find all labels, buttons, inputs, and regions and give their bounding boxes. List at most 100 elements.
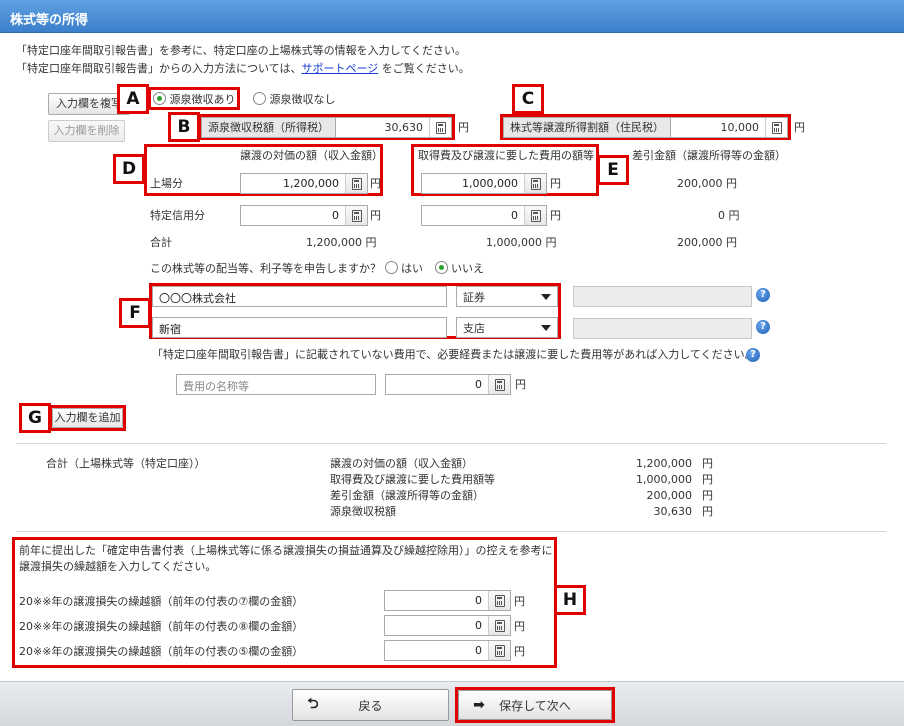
calculator-icon[interactable] (488, 616, 510, 635)
calculator-icon[interactable] (488, 641, 510, 660)
carryover-value-1[interactable]: 0 (385, 594, 488, 607)
help-icon[interactable]: ? (756, 288, 770, 302)
branch-type-select[interactable]: 支店 (456, 317, 558, 338)
margin-cost-unit: 円 (550, 209, 561, 222)
back-button[interactable]: ⮌ 戻る (292, 689, 449, 721)
resident-tax-value[interactable]: 10,000 (671, 121, 765, 134)
listed-cost-field[interactable]: 1,000,000 (421, 173, 547, 194)
margin-diff-value: 0 円 (718, 209, 740, 222)
branch-name-input[interactable]: 新宿 (152, 317, 447, 338)
carryover-field-1[interactable]: 0 (384, 590, 511, 611)
withholding-with-label: 源泉徴収あり (169, 93, 236, 106)
dividend-yes-label[interactable]: はい (401, 262, 423, 275)
summary-unit: 円 (702, 473, 713, 486)
radio-selected-icon[interactable] (153, 92, 166, 105)
carryover-value-2[interactable]: 0 (385, 619, 488, 632)
calculator-icon[interactable] (765, 118, 787, 137)
withholding-without-option[interactable]: 源泉徴収なし (253, 92, 336, 107)
save-next-button-label: 保存して次へ (499, 698, 571, 713)
calculator-icon[interactable] (488, 375, 510, 394)
delete-field-button[interactable]: 入力欄を削除 (48, 120, 125, 142)
expense-name-input[interactable]: 費用の名称等 (176, 374, 376, 395)
marker-d: D (113, 154, 145, 184)
intro-line2: 「特定口座年間取引報告書」からの入力方法については、サポートページ をご覧くださ… (16, 62, 470, 76)
summary-unit: 円 (702, 489, 713, 502)
summary-value-income: 1,200,000 (636, 457, 692, 470)
return-arrow-icon: ⮌ (307, 696, 319, 712)
listed-diff-value: 200,000 円 (677, 177, 737, 190)
summary-label-cost: 取得費及び譲渡に要した費用額等 (330, 473, 495, 486)
calculator-icon[interactable] (345, 206, 367, 225)
listed-income-field[interactable]: 1,200,000 (240, 173, 368, 194)
company-type-select[interactable]: 証券 (456, 286, 558, 307)
help-icon[interactable]: ? (756, 320, 770, 334)
margin-cost-field[interactable]: 0 (421, 205, 547, 226)
radio-unselected-icon[interactable] (253, 92, 266, 105)
carryover-label-3: 20※※年の譲渡損失の繰越額（前年の付表の⑤欄の金額） (19, 645, 304, 658)
section-divider (16, 531, 886, 532)
resident-tax-label: 株式等譲渡所得割額（住民税） (504, 118, 671, 137)
margin-cost-value[interactable]: 0 (422, 209, 524, 222)
carryover-value-3[interactable]: 0 (385, 644, 488, 657)
margin-income-value[interactable]: 0 (241, 209, 345, 222)
calculator-icon[interactable] (488, 591, 510, 610)
branch-other-input[interactable] (573, 318, 752, 339)
marker-e: E (597, 155, 629, 185)
arrow-right-icon: ➡ (473, 697, 485, 713)
carryover-field-3[interactable]: 0 (384, 640, 511, 661)
support-page-link[interactable]: サポートページ (301, 62, 378, 75)
dividend-question: この株式等の配当等、利子等を申告しますか？ はい いいえ (150, 261, 484, 276)
carryover-unit-3: 円 (514, 645, 525, 658)
total-income-value: 1,200,000 円 (306, 236, 377, 249)
dividend-no-label[interactable]: いいえ (451, 262, 484, 275)
margin-income-field[interactable]: 0 (240, 205, 368, 226)
expense-unit: 円 (515, 378, 526, 391)
carryover-note1: 前年に提出した「確定申告書付表（上場株式等に係る譲渡損失の損益通算及び繰越控除用… (19, 544, 553, 557)
chevron-down-icon[interactable] (535, 318, 557, 337)
marker-h: H (554, 585, 586, 615)
marker-a: A (117, 84, 149, 114)
listed-cost-value[interactable]: 1,000,000 (422, 177, 524, 190)
summary-value-diff: 200,000 (646, 489, 693, 502)
resident-tax-field[interactable]: 株式等譲渡所得割額（住民税） 10,000 (503, 117, 788, 138)
branch-type-value: 支店 (463, 321, 485, 335)
expense-amount-field[interactable]: 0 (385, 374, 511, 395)
resident-tax-unit: 円 (794, 121, 805, 134)
company-other-input[interactable] (573, 286, 752, 307)
withholding-with-option[interactable]: 源泉徴収あり (153, 92, 236, 107)
withholding-without-label: 源泉徴収なし (269, 93, 336, 106)
radio-unselected-icon[interactable] (384, 261, 398, 274)
withholding-tax-value[interactable]: 30,630 (336, 121, 429, 134)
row-margin-label: 特定信用分 (150, 209, 205, 222)
summary-value-withholding: 30,630 (653, 505, 693, 518)
intro-line1: 「特定口座年間取引報告書」を参考に、特定口座の上場株式等の情報を入力してください… (16, 44, 467, 57)
marker-g: G (19, 403, 51, 433)
total-cost-value: 1,000,000 円 (486, 236, 557, 249)
summary-title: 合計（上場株式等（特定口座）） (46, 457, 206, 470)
carryover-note2: 譲渡損失の繰越額を入力してください。 (19, 560, 217, 573)
add-field-button[interactable]: 入力欄を追加 (52, 408, 123, 428)
summary-label-income: 譲渡の対価の額（収入金額） (330, 457, 473, 470)
carryover-field-2[interactable]: 0 (384, 615, 511, 636)
withholding-tax-unit: 円 (458, 121, 469, 134)
withholding-tax-field[interactable]: 源泉徴収税額（所得税） 30,630 (201, 117, 452, 138)
summary-value-cost: 1,000,000 (636, 473, 692, 486)
save-next-button[interactable]: ➡ 保存して次へ (458, 690, 612, 720)
company-name-input[interactable]: 〇〇〇株式会社 (152, 286, 447, 307)
expense-note: 「特定口座年間取引報告書」に記載されていない費用で、必要経費または譲渡に要した費… (152, 348, 756, 361)
calculator-icon[interactable] (524, 206, 546, 225)
calculator-icon[interactable] (345, 174, 367, 193)
radio-selected-icon[interactable] (434, 261, 448, 274)
carryover-label-2: 20※※年の譲渡損失の繰越額（前年の付表の⑧欄の金額） (19, 620, 304, 633)
help-icon[interactable]: ? (746, 348, 760, 362)
expense-amount-value[interactable]: 0 (386, 378, 488, 391)
footer-bar (0, 681, 904, 726)
calculator-icon[interactable] (429, 118, 451, 137)
intro-line2-post: をご覧ください。 (381, 62, 470, 75)
chevron-down-icon[interactable] (535, 287, 557, 306)
summary-label-withholding: 源泉徴収税額 (330, 505, 396, 518)
calculator-icon[interactable] (524, 174, 546, 193)
row-total-label: 合計 (150, 236, 172, 249)
summary-unit: 円 (702, 505, 713, 518)
listed-income-value[interactable]: 1,200,000 (241, 177, 345, 190)
